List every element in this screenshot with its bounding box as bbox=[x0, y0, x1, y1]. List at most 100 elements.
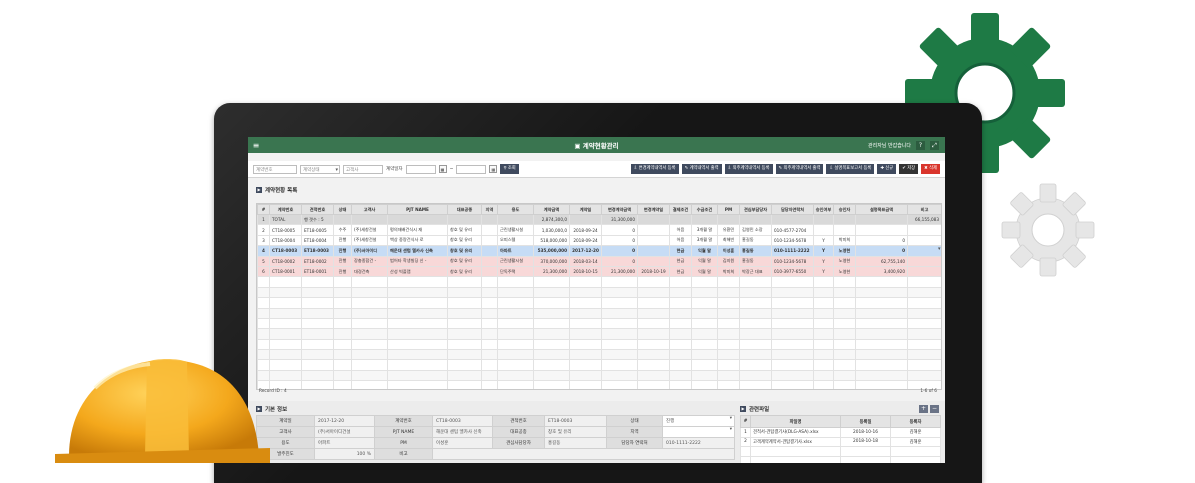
form-field[interactable]: 해운대 센텀 엘카사 신축 bbox=[432, 426, 493, 438]
form-field[interactable]: 창호 및 유리 bbox=[544, 426, 607, 438]
table-row[interactable] bbox=[257, 317, 941, 330]
help-button[interactable]: ? bbox=[916, 140, 925, 150]
table-cell bbox=[497, 307, 534, 319]
column-header[interactable]: 견심부담당자 bbox=[739, 204, 772, 215]
table-cell: Y bbox=[813, 265, 834, 278]
expand-icon[interactable]: ⤢ bbox=[930, 140, 939, 150]
form-field[interactable]: 100 % bbox=[314, 448, 375, 460]
column-header[interactable]: # bbox=[740, 415, 751, 428]
form-field[interactable] bbox=[432, 448, 735, 460]
date-to-input[interactable] bbox=[456, 164, 487, 174]
column-header[interactable]: 결제조건 bbox=[669, 204, 692, 215]
table-row[interactable] bbox=[257, 359, 941, 371]
form-row: 용도 아파트 PM 이성훈 견심사담당자 홍길동 담당자 연락처 010-1111-2222 bbox=[256, 437, 735, 449]
total-row[interactable]: 1 TOTAL 행 갯수 : 5 2,874,300,0 31,300,000 66,15… bbox=[257, 213, 941, 226]
date-from-input[interactable] bbox=[405, 164, 436, 174]
toolbar-button-5[interactable]: ⇩ 설명목표보고서 등록 bbox=[826, 164, 875, 174]
toolbar-button-3[interactable]: ⇩ 외주계약내역서 등록 bbox=[724, 164, 773, 174]
column-header[interactable]: 파일명 bbox=[750, 415, 841, 428]
table-row[interactable] bbox=[257, 276, 941, 288]
status-select[interactable]: 계약상태 bbox=[300, 164, 340, 175]
table-row[interactable] bbox=[257, 286, 941, 299]
table-row[interactable]: 4 CT18-0003 ET18-0003 진행 (주)서아이디 해운대 센텀 엘카사 신… bbox=[257, 245, 941, 257]
form-field[interactable]: 010-1111-2222 bbox=[662, 437, 735, 449]
column-header[interactable]: PM bbox=[717, 204, 740, 215]
calendar-icon[interactable]: ▦ bbox=[438, 165, 447, 173]
form-field[interactable]: (주)서아이디건설 bbox=[314, 426, 375, 438]
form-field[interactable]: ▾ bbox=[662, 426, 735, 438]
table-cell bbox=[333, 369, 352, 382]
file-row[interactable]: 2 고객계약계약서-견탑결기사.xlsx 2018-10-18 김해훈 bbox=[740, 436, 941, 447]
form-field[interactable]: 2017-12-20 bbox=[314, 415, 375, 427]
table-row[interactable] bbox=[257, 307, 941, 319]
table-cell bbox=[569, 297, 602, 309]
chevron-down-icon[interactable]: ▾ bbox=[730, 428, 732, 433]
table-row[interactable] bbox=[257, 338, 941, 351]
contract-no-input[interactable]: 계약번호 bbox=[253, 164, 297, 174]
table-row[interactable]: 2 CT18-0005 ET18-0005 수주 (주)세창건설 평의재배건식시 재 창호 … bbox=[257, 224, 941, 236]
column-header[interactable]: 상태 bbox=[333, 204, 352, 215]
column-header[interactable]: 수금조건 bbox=[691, 204, 718, 215]
table-cell: 4 bbox=[257, 245, 270, 257]
remove-file-button[interactable]: − bbox=[930, 405, 939, 413]
table-cell bbox=[533, 276, 570, 288]
table-cell bbox=[813, 349, 834, 361]
table-cell bbox=[669, 307, 692, 319]
column-header[interactable]: 설명목표금액 bbox=[855, 204, 908, 215]
add-file-button[interactable]: + bbox=[919, 405, 928, 413]
table-row[interactable] bbox=[257, 297, 941, 309]
table-cell bbox=[601, 286, 638, 299]
table-row[interactable]: 3 CT18-0004 ET18-0004 진행 (주)세창건설 백상 중량건식사 로 창호… bbox=[257, 234, 941, 247]
column-header[interactable]: 계약일 bbox=[569, 204, 602, 215]
form-field[interactable]: CT18-0003 bbox=[432, 415, 493, 427]
table-cell: 익월 말 bbox=[691, 265, 718, 278]
client-input[interactable]: 고객사 bbox=[343, 164, 383, 174]
table-cell: 535,000,000 bbox=[533, 245, 570, 257]
form-field[interactable]: 진행 ▾ bbox=[662, 415, 735, 427]
table-cell bbox=[497, 349, 534, 361]
column-header[interactable]: 대표공종 bbox=[447, 204, 482, 215]
table-row[interactable]: 5 CT18-0002 ET18-0002 진행 장충종합건 - 범어타 학생빌딩 신 -… bbox=[257, 255, 941, 267]
column-header[interactable]: # bbox=[257, 204, 270, 215]
toolbar-button-2[interactable]: ✎ 계약내역서 출력 bbox=[681, 164, 722, 174]
column-header[interactable]: 변경계약일 bbox=[637, 204, 670, 215]
column-header[interactable]: 용도 bbox=[497, 204, 534, 215]
column-header[interactable]: 비고 bbox=[907, 204, 941, 215]
new-button[interactable]: ✚ 신규 bbox=[877, 164, 897, 174]
chevron-down-icon[interactable]: ▾ bbox=[730, 417, 732, 422]
table-row[interactable] bbox=[257, 349, 941, 361]
column-header[interactable]: 고객사 bbox=[351, 204, 388, 215]
table-cell bbox=[301, 359, 334, 371]
column-header[interactable]: 등록자 bbox=[890, 415, 941, 428]
table-cell bbox=[669, 286, 692, 299]
search-button[interactable]: ⚲ 조회 bbox=[500, 164, 519, 174]
table-cell bbox=[833, 369, 856, 382]
form-label: 견적번호 bbox=[492, 415, 545, 427]
toolbar-button-1[interactable]: ⇩ 변경계약내역서 등록 bbox=[630, 164, 679, 174]
column-header[interactable]: 변경계약금액 bbox=[601, 204, 638, 215]
table-row[interactable]: 6 CT18-0001 ET18-0001 진행 대경건축 산성 빅플랩 창호 및 유리 단독… bbox=[257, 265, 941, 278]
table-cell bbox=[387, 213, 448, 226]
form-field[interactable]: 이성훈 bbox=[432, 437, 493, 449]
column-header[interactable]: 계약번호 bbox=[269, 204, 302, 215]
calendar-icon[interactable]: ▦ bbox=[489, 165, 498, 173]
table-row[interactable] bbox=[257, 369, 941, 382]
toolbar-button-4[interactable]: ✎ 외주계약내역서 출력 bbox=[775, 164, 824, 174]
column-header[interactable]: 담당자연락처 bbox=[771, 204, 814, 215]
column-header[interactable]: 등록일 bbox=[840, 415, 891, 428]
column-header[interactable]: 지역 bbox=[481, 204, 498, 215]
form-field[interactable]: ET18-0003 bbox=[544, 415, 607, 427]
form-field[interactable]: 홍길동 bbox=[544, 437, 607, 449]
table-row[interactable] bbox=[257, 328, 941, 340]
column-header[interactable]: PJT NAME bbox=[387, 204, 448, 215]
form-field[interactable]: 아파트 bbox=[314, 437, 375, 449]
column-header[interactable]: 승인자 bbox=[833, 204, 856, 215]
column-header[interactable]: 계약금액 bbox=[533, 204, 570, 215]
delete-button[interactable]: ✖ 삭제 bbox=[921, 164, 940, 174]
file-row[interactable]: 1 견적서-견탑결기사(DLG-ASA).xlsx 2018-10-16 김해훈 bbox=[740, 427, 941, 438]
table-cell bbox=[497, 213, 534, 226]
column-header[interactable]: 승인여부 bbox=[813, 204, 834, 215]
form-value: 2017-12-20 bbox=[318, 418, 345, 424]
column-header[interactable]: 견적번호 bbox=[301, 204, 334, 215]
save-button[interactable]: ✔ 저장 bbox=[899, 164, 919, 174]
